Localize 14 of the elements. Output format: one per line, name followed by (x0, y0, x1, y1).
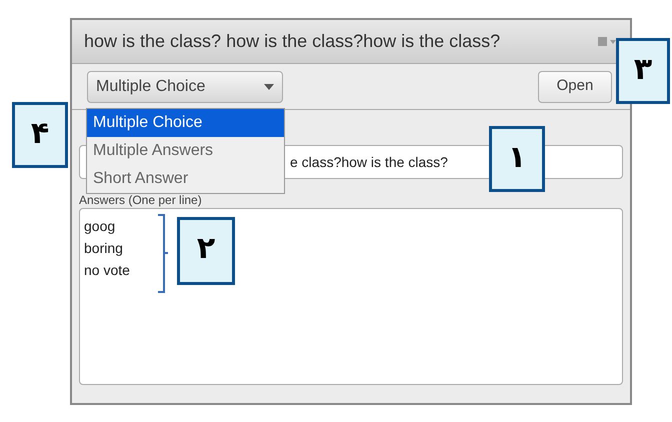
question-type-dropdown[interactable]: Multiple Choice (87, 70, 283, 102)
callout-label: ۳ (616, 38, 670, 104)
answer-line: goog (84, 217, 116, 236)
menu-icon[interactable] (598, 36, 618, 46)
menu-item[interactable]: Multiple Choice (87, 109, 284, 137)
answers-label: Answers (One per line) (79, 192, 202, 208)
open-button[interactable]: Open (538, 70, 612, 102)
answer-line: boring (84, 239, 123, 258)
window-title: how is the class? how is the class?how is the class? (84, 30, 500, 53)
callout-label: ۱ (489, 126, 545, 192)
answer-line: no vote (84, 261, 130, 280)
callout-label: ۴ (12, 102, 68, 168)
callout-label: ۲ (177, 217, 235, 285)
caret-icon (264, 84, 274, 90)
